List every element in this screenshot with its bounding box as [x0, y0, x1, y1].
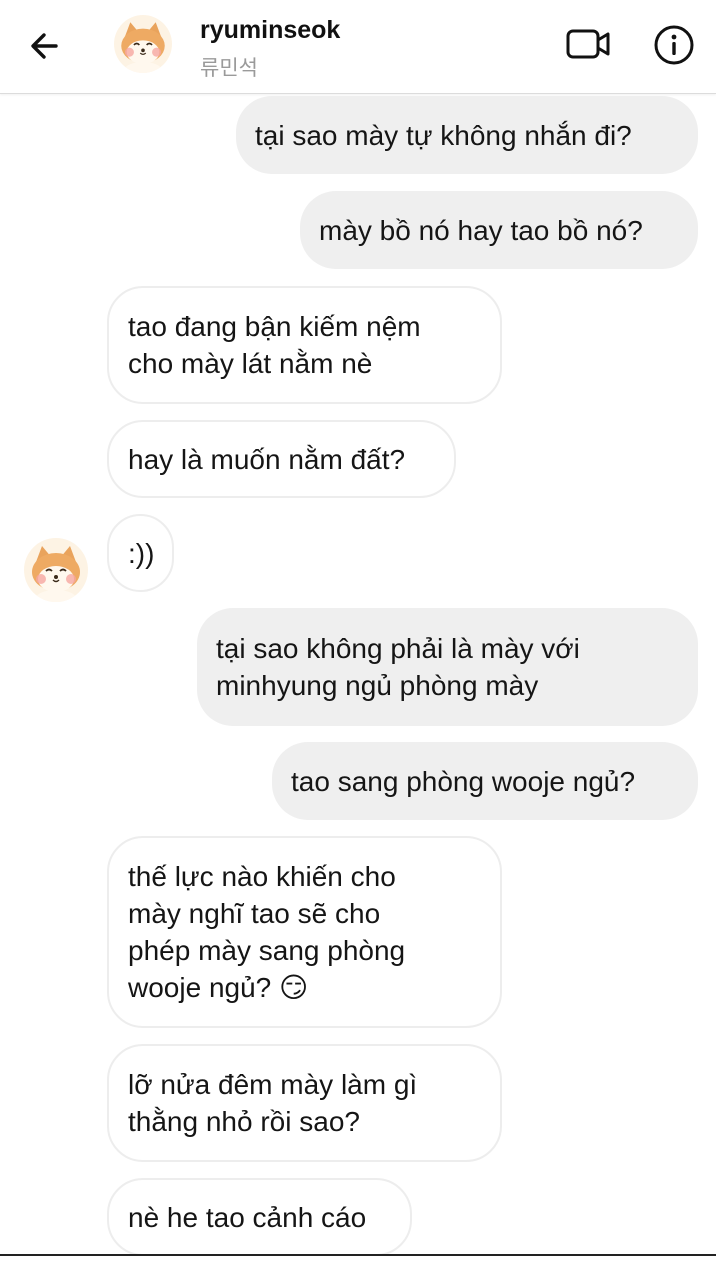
shiba-avatar-icon	[114, 15, 172, 73]
message-sent[interactable]: mày bồ nó hay tao bồ nó?	[300, 191, 698, 269]
message-sent[interactable]: tại sao mày tự không nhắn đi?	[236, 96, 698, 174]
message-received[interactable]: thế lực nào khiến cho mày nghĩ tao sẽ ch…	[107, 836, 502, 1028]
info-icon	[654, 25, 694, 65]
message-received[interactable]: lỡ nửa đêm mày làm gì thằng nhỏ rồi sao?	[107, 1044, 502, 1162]
shiba-avatar-icon	[24, 538, 88, 602]
message-received[interactable]: tao đang bận kiếm nệm cho mày lát nằm nè	[107, 286, 502, 404]
message-text: tao đang bận kiếm nệm cho mày lát nằm nè	[128, 311, 421, 379]
chat-subtitle: 류민석	[200, 56, 258, 80]
message-text: :))	[128, 537, 155, 569]
chat-username[interactable]: ryuminseok	[200, 16, 340, 45]
message-text: tại sao không phải là mày với minhyung n…	[216, 633, 580, 701]
info-button[interactable]	[653, 24, 695, 66]
back-button[interactable]	[26, 26, 66, 66]
message-received[interactable]: hay là muốn nằm đất?	[107, 420, 456, 498]
message-text: hay là muốn nằm đất?	[128, 443, 406, 475]
message-text: tại sao mày tự không nhắn đi?	[255, 119, 632, 151]
message-received[interactable]: nè he tao cảnh cáo	[107, 1178, 412, 1256]
message-text: thế lực nào khiến cho mày nghĩ tao sẽ ch…	[128, 861, 406, 1003]
sender-avatar[interactable]	[24, 538, 88, 602]
message-text: nè he tao cảnh cáo	[128, 1201, 367, 1233]
message-thread[interactable]: tại sao mày tự không nhắn đi? mày bồ nó …	[0, 94, 716, 1256]
chat-header: ryuminseok 류민석	[0, 0, 716, 94]
arrow-left-icon	[31, 33, 58, 59]
message-received[interactable]: :))	[107, 514, 174, 592]
message-text: lỡ nửa đêm mày làm gì thằng nhỏ rồi sao?	[128, 1069, 418, 1137]
video-call-button[interactable]	[562, 24, 614, 64]
message-text: tao sang phòng wooje ngủ?	[291, 765, 636, 797]
message-sent[interactable]: tại sao không phải là mày với minhyung n…	[197, 608, 698, 726]
composer-divider	[0, 1254, 716, 1264]
avatar[interactable]	[114, 15, 172, 73]
message-text: mày bồ nó hay tao bồ nó?	[319, 214, 643, 246]
video-camera-icon	[566, 29, 610, 59]
message-sent[interactable]: tao sang phòng wooje ngủ?	[272, 742, 698, 820]
